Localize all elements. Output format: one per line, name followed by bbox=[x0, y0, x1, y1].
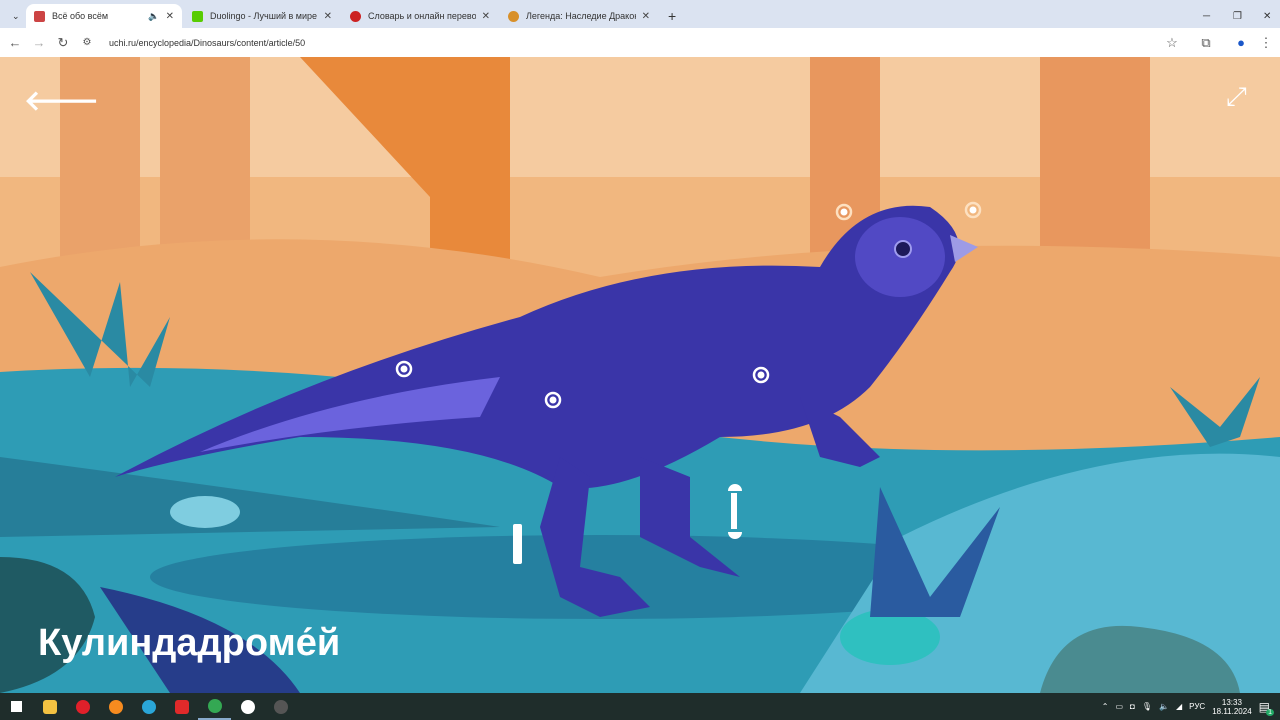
wifi-icon[interactable]: ◢ bbox=[1176, 702, 1182, 711]
back-arrow-button[interactable]: 🡐 bbox=[24, 83, 99, 117]
address-bar[interactable]: uchi.ru/encyclopedia/Dinosaurs/content/a… bbox=[109, 38, 305, 48]
toolbar: ← → ↻ ⚙ uchi.ru/encyclopedia/Dinosaurs/c… bbox=[0, 28, 1280, 57]
fullscreen-button[interactable]: ⤢ bbox=[1226, 81, 1247, 113]
camera-icon[interactable]: ◘ bbox=[1130, 702, 1135, 711]
chevron-up-icon[interactable]: ⌃ bbox=[1102, 702, 1109, 711]
explorer-icon[interactable] bbox=[33, 693, 66, 720]
chrome-icon[interactable] bbox=[198, 693, 231, 720]
bookmark-star-icon[interactable]: ☆ bbox=[1160, 35, 1184, 51]
language-indicator[interactable]: РУС bbox=[1189, 702, 1205, 711]
tab-legend[interactable]: Легенда: Наследие Драконов✕ bbox=[500, 4, 658, 28]
tab-search-button[interactable]: ⌄ bbox=[4, 4, 24, 28]
menu-icon[interactable]: ⋮ bbox=[1254, 35, 1278, 51]
close-window-button[interactable]: ✕ bbox=[1255, 4, 1279, 28]
tab-bar: ⌄ Всё обо всём 🔈 ✕ Duolingo - Лучший в мир… bbox=[0, 0, 1280, 28]
close-tab-icon[interactable]: ✕ bbox=[642, 11, 650, 22]
close-tab-icon[interactable]: ✕ bbox=[166, 11, 174, 22]
ruler-icon[interactable] bbox=[513, 524, 522, 564]
speaker-icon[interactable]: 🔈 bbox=[148, 11, 159, 22]
volume-icon[interactable]: 🔈 bbox=[1159, 702, 1169, 711]
yandex-icon[interactable] bbox=[165, 693, 198, 720]
back-icon[interactable]: ← bbox=[3, 35, 27, 50]
site-icon bbox=[34, 10, 45, 22]
minimize-button[interactable]: ─ bbox=[1195, 4, 1218, 28]
edge-icon[interactable] bbox=[132, 693, 165, 720]
extensions-icon[interactable]: ⧉ bbox=[1194, 35, 1218, 51]
firefox-icon[interactable] bbox=[99, 693, 132, 720]
start-button[interactable] bbox=[0, 693, 33, 720]
clock[interactable]: 13:33 18.11.2024 bbox=[1212, 698, 1251, 716]
notifications-icon[interactable]: ▤ 1 bbox=[1259, 700, 1274, 716]
app-icon[interactable] bbox=[264, 693, 297, 720]
opera-icon[interactable] bbox=[66, 693, 99, 720]
yandex-browser-icon[interactable] bbox=[231, 693, 264, 720]
system-tray: ⌃ ▭ ◘ 🎙 🔈 ◢ РУС 13:33 18.11.2024 ▤ 1 bbox=[1102, 693, 1274, 720]
forward-icon[interactable]: → bbox=[27, 35, 51, 50]
new-tab-button[interactable]: + bbox=[660, 4, 680, 28]
microphone-icon[interactable]: 🎙 bbox=[1142, 702, 1152, 711]
close-tab-icon[interactable]: ✕ bbox=[482, 11, 490, 22]
site-info-icon[interactable]: ⚙ bbox=[75, 37, 99, 48]
scene-illustration bbox=[0, 57, 1280, 693]
game-icon bbox=[508, 10, 519, 22]
tab-active[interactable]: Всё обо всём 🔈 ✕ bbox=[26, 4, 182, 28]
dictionary-icon bbox=[350, 10, 361, 22]
page-title: Кулиндадроме́й bbox=[38, 622, 341, 664]
tab-duolingo[interactable]: Duolingo - Лучший в мире сп ✕ bbox=[184, 4, 340, 28]
profile-icon[interactable]: ● bbox=[1229, 35, 1253, 50]
duolingo-icon bbox=[192, 10, 203, 22]
reload-icon[interactable]: ↻ bbox=[51, 35, 75, 51]
dinosaur-scene: 🡐 ⤢ bbox=[0, 57, 1280, 693]
restore-button[interactable]: ❐ bbox=[1225, 4, 1250, 28]
battery-icon[interactable]: ▭ bbox=[1115, 702, 1123, 711]
tab-dictionary[interactable]: Словарь и онлайн перевод н✕ bbox=[342, 4, 498, 28]
taskbar: ⌃ ▭ ◘ 🎙 🔈 ◢ РУС 13:33 18.11.2024 ▤ 1 bbox=[0, 693, 1280, 720]
close-tab-icon[interactable]: ✕ bbox=[324, 11, 332, 22]
